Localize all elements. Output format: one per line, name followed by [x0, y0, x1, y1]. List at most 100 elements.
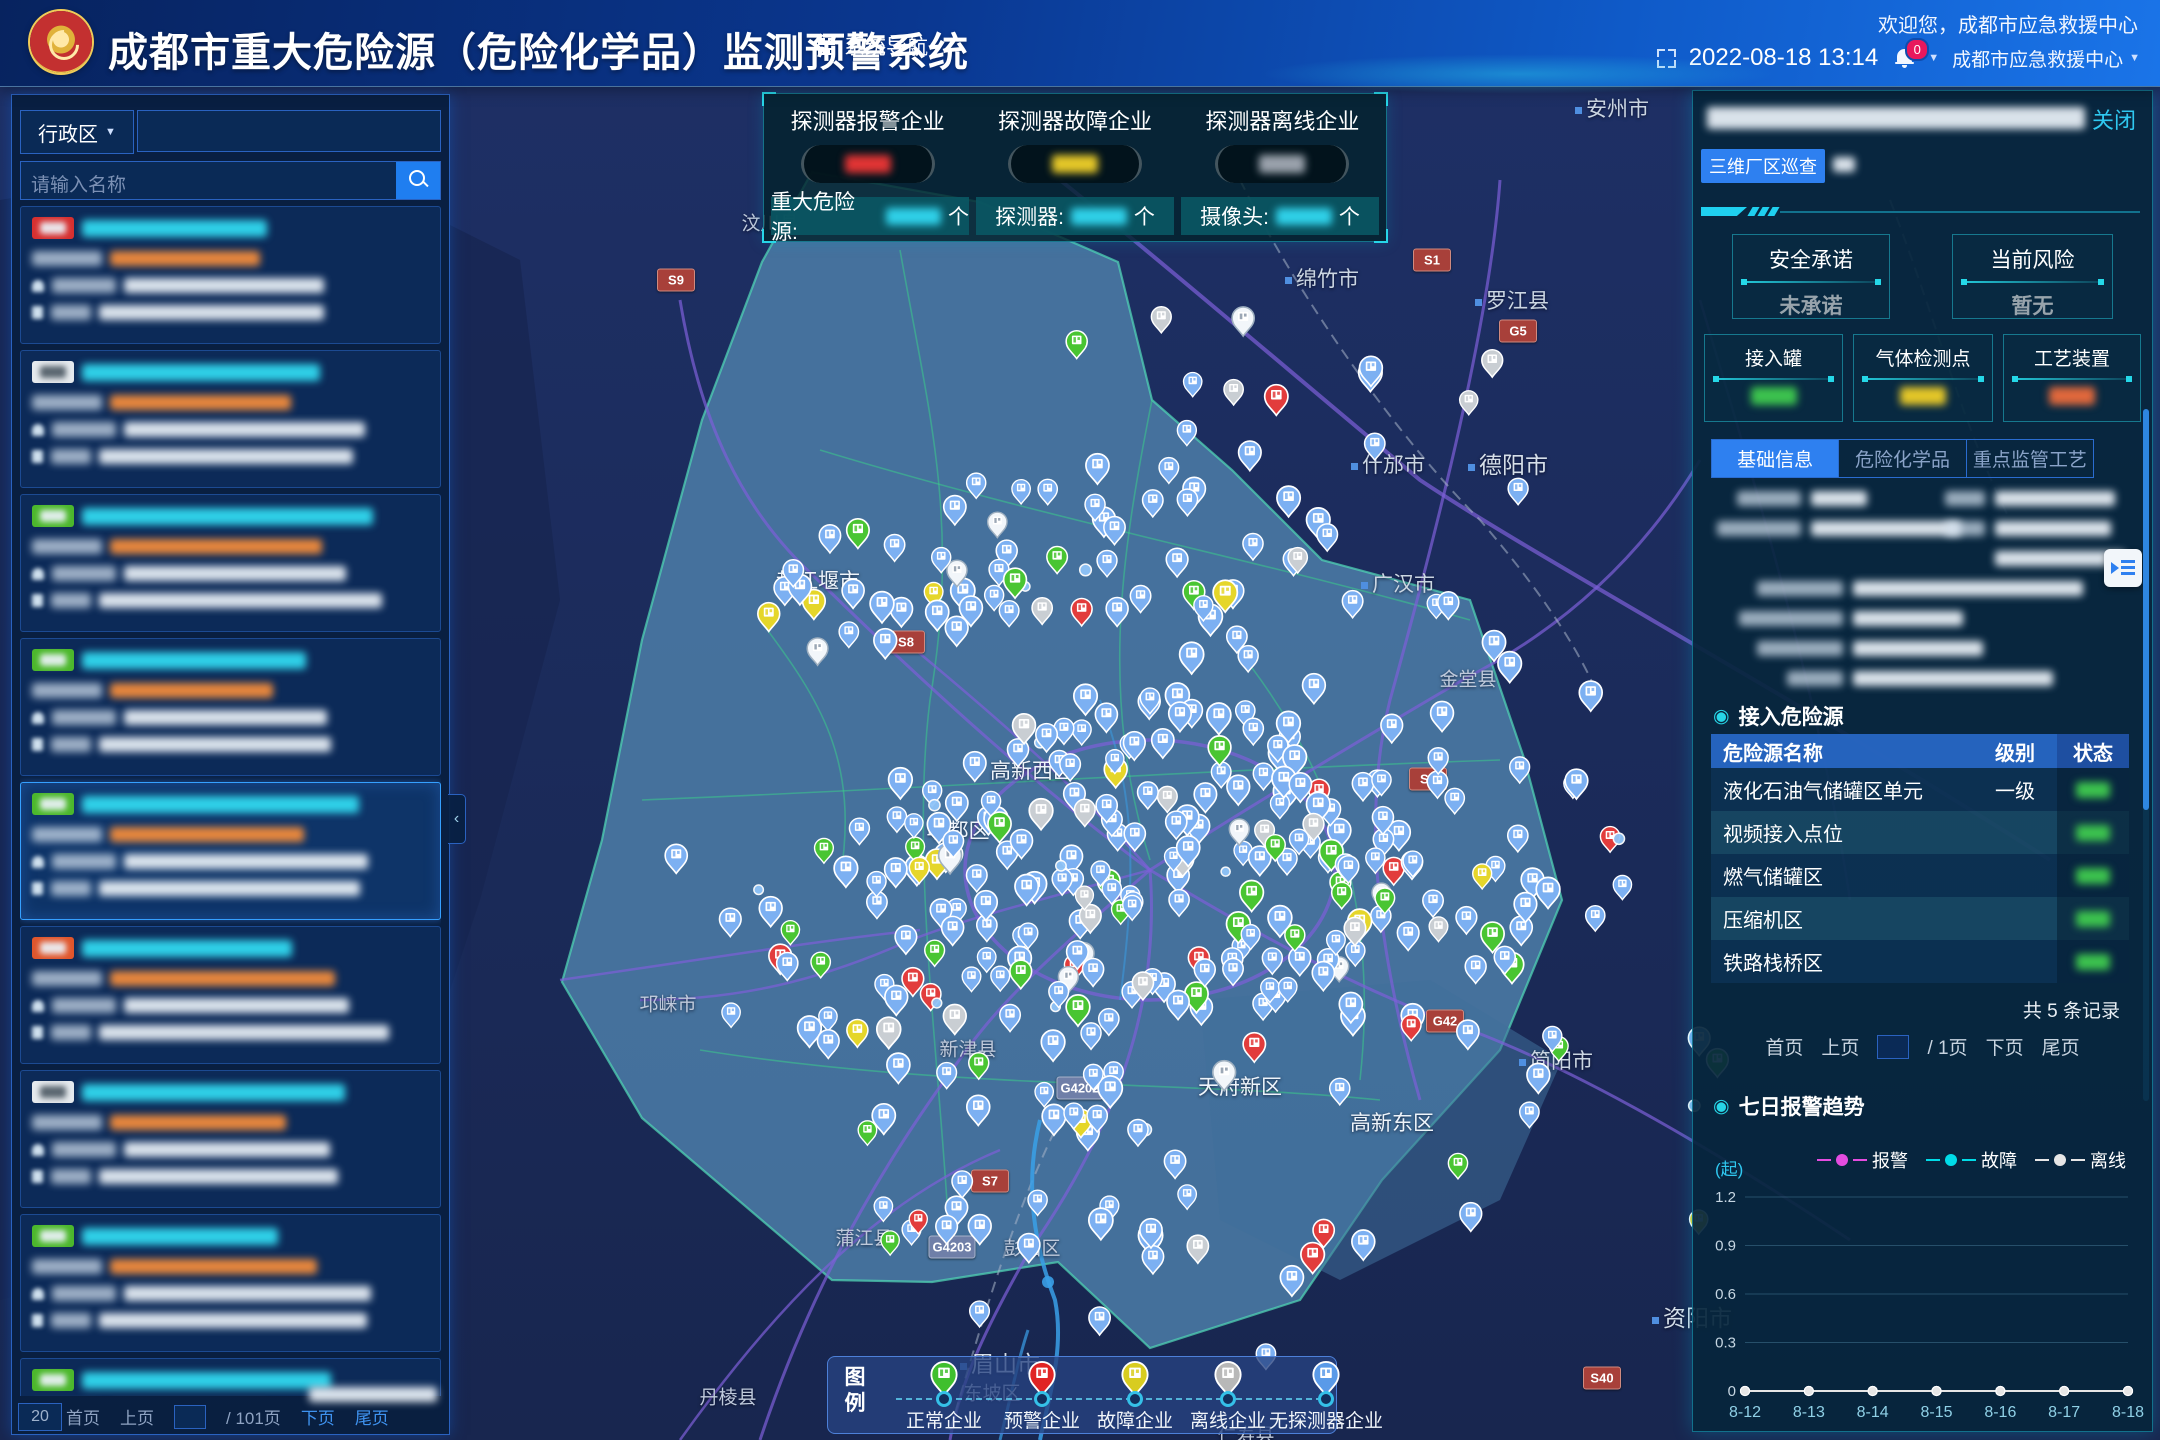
map-pin[interactable] — [1527, 1063, 1550, 1093]
map-pin[interactable] — [1124, 823, 1145, 851]
map-dot-marker[interactable] — [754, 885, 764, 895]
map-pin[interactable] — [1243, 1033, 1265, 1062]
map-pin[interactable] — [1169, 890, 1189, 917]
map-pin[interactable] — [945, 616, 968, 646]
map-pin[interactable] — [1004, 568, 1027, 598]
map-pin[interactable] — [1075, 799, 1096, 826]
map-pin[interactable] — [1401, 1015, 1421, 1041]
scrollbar-thumb[interactable] — [2143, 409, 2149, 810]
map-pin[interactable] — [1035, 1083, 1053, 1107]
map-pin[interactable] — [1089, 1208, 1113, 1240]
map-pin[interactable] — [1151, 307, 1171, 333]
map-pin[interactable] — [1223, 958, 1243, 985]
map-pin[interactable] — [1012, 480, 1030, 504]
map-pin[interactable] — [1344, 917, 1365, 945]
map-pin[interactable] — [944, 496, 966, 525]
map-pin[interactable] — [1089, 1307, 1110, 1335]
company-list-item[interactable] — [20, 1070, 441, 1208]
map-pin[interactable] — [967, 1095, 990, 1125]
map-pin[interactable] — [884, 534, 904, 561]
table-row[interactable]: 视频接入点位 — [1711, 811, 2129, 854]
map-pin[interactable] — [1330, 1078, 1350, 1105]
map-pin[interactable] — [1510, 916, 1532, 945]
page-number-input[interactable] — [1877, 1035, 1909, 1059]
company-list-item[interactable] — [20, 494, 441, 632]
map-pin[interactable] — [1301, 1243, 1325, 1274]
map-pin[interactable] — [1465, 956, 1486, 984]
map-pin[interactable] — [1072, 720, 1091, 745]
map-pin[interactable] — [1143, 490, 1163, 517]
map-pin[interactable] — [1456, 907, 1477, 934]
map-pin[interactable] — [1265, 385, 1288, 416]
map-pin[interactable] — [943, 1004, 966, 1034]
map-pin[interactable] — [1184, 372, 1202, 396]
map-pin[interactable] — [1579, 681, 1602, 711]
map-pin[interactable] — [1289, 947, 1311, 976]
map-pin[interactable] — [967, 473, 986, 498]
map-pin[interactable] — [1586, 906, 1605, 931]
map-dot-marker[interactable] — [929, 800, 940, 811]
prev-page-button[interactable]: 上页 — [1821, 1033, 1859, 1060]
page-number-input[interactable] — [174, 1405, 206, 1429]
map-pin[interactable] — [1074, 684, 1097, 715]
3d-plant-patrol-button[interactable]: 三维厂区巡查 — [1701, 149, 1825, 183]
map-pin[interactable] — [975, 891, 998, 921]
map-pin[interactable] — [1095, 703, 1117, 732]
map-pin[interactable] — [968, 1215, 991, 1245]
map-pin[interactable] — [874, 629, 897, 659]
map-pin[interactable] — [1128, 1119, 1148, 1146]
map-pin[interactable] — [925, 940, 945, 966]
map-pin[interactable] — [1510, 757, 1530, 783]
map-pin[interactable] — [1312, 962, 1334, 991]
map-pin[interactable] — [936, 1215, 958, 1243]
map-pin[interactable] — [1227, 775, 1250, 805]
tab-重点监管工艺[interactable]: 重点监管工艺 — [1967, 440, 2093, 477]
map-pin[interactable] — [1106, 597, 1128, 626]
map-pin[interactable] — [1166, 811, 1187, 839]
map-pin[interactable] — [1152, 729, 1174, 758]
map-pin[interactable] — [1159, 458, 1179, 484]
map-pin[interactable] — [1429, 917, 1448, 942]
map-pin[interactable] — [966, 865, 987, 892]
company-list-item[interactable] — [20, 350, 441, 488]
map-pin[interactable] — [1098, 1076, 1122, 1108]
map-pin[interactable] — [819, 525, 840, 553]
map-pin[interactable] — [847, 519, 869, 549]
map-pin[interactable] — [1438, 592, 1459, 620]
table-row[interactable]: 燃气储罐区 — [1711, 854, 2129, 897]
map-pin[interactable] — [1332, 882, 1352, 908]
map-pin[interactable] — [1018, 1234, 1040, 1263]
map-pin[interactable] — [1207, 703, 1231, 735]
next-page-button[interactable]: 下页 — [1986, 1033, 2024, 1060]
map-pin[interactable] — [1177, 489, 1197, 516]
map-pin[interactable] — [665, 844, 687, 873]
map-pin[interactable] — [781, 921, 799, 945]
map-pin[interactable] — [847, 1020, 868, 1048]
map-pin[interactable] — [759, 897, 782, 927]
map-pin[interactable] — [1177, 421, 1196, 446]
map-pin[interactable] — [964, 752, 986, 782]
map-pin[interactable] — [1213, 1061, 1236, 1091]
last-page-button[interactable]: 尾页 — [2042, 1033, 2080, 1060]
map-pin[interactable] — [1130, 586, 1150, 613]
map-pin[interactable] — [1352, 1230, 1375, 1260]
search-button[interactable] — [396, 162, 440, 199]
first-page-button[interactable]: 首页 — [1765, 1033, 1803, 1060]
map-pin[interactable] — [1041, 1030, 1065, 1061]
map-pin[interactable] — [988, 812, 1011, 842]
map-pin[interactable] — [1342, 591, 1363, 618]
map-pin[interactable] — [895, 926, 917, 954]
map-pin[interactable] — [1243, 533, 1263, 560]
map-pin[interactable] — [1071, 598, 1092, 626]
map-pin[interactable] — [1104, 517, 1125, 545]
map-pin[interactable] — [1473, 864, 1492, 889]
map-pin[interactable] — [870, 592, 894, 623]
map-pin[interactable] — [970, 1301, 990, 1327]
map-pin[interactable] — [1243, 718, 1263, 745]
map-pin[interactable] — [1482, 350, 1503, 377]
map-pin[interactable] — [849, 818, 869, 844]
map-pin[interactable] — [1208, 736, 1231, 766]
map-pin[interactable] — [1099, 1009, 1119, 1036]
map-pin[interactable] — [1047, 546, 1068, 573]
map-pin[interactable] — [1066, 995, 1090, 1026]
